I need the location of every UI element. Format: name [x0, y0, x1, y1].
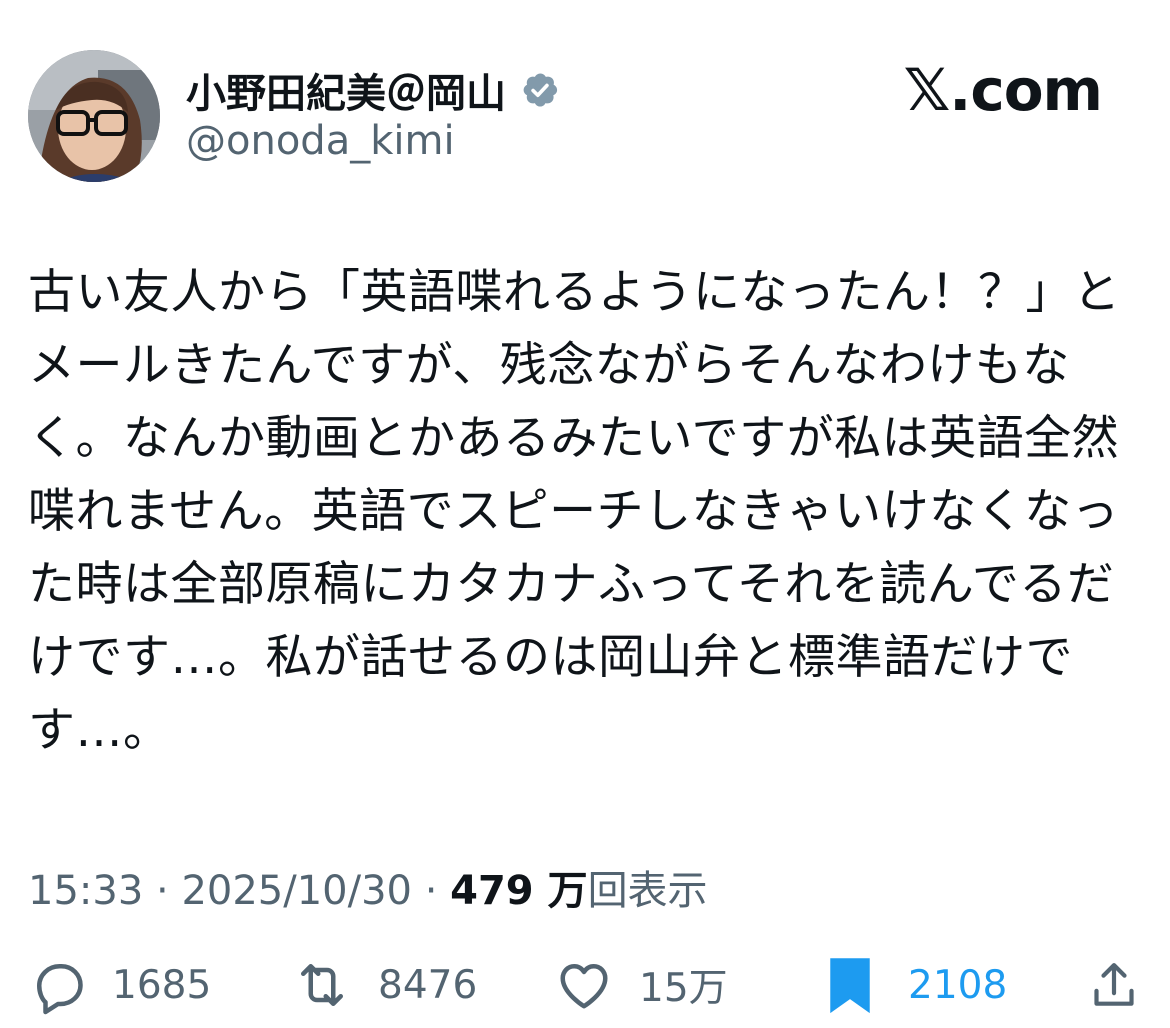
- author-display-name[interactable]: 小野田紀美＠岡山: [186, 61, 506, 119]
- author-handle[interactable]: @onoda_kimi: [186, 118, 455, 164]
- views-label: 回表示: [587, 868, 708, 914]
- bookmark-count: 2108: [908, 962, 1008, 1008]
- meta-separator: ·: [156, 868, 169, 914]
- bookmark-button[interactable]: 2108: [826, 948, 1007, 1022]
- like-count: 15万: [639, 966, 728, 1011]
- avatar-photo: [28, 50, 160, 182]
- retweet-icon: [301, 964, 343, 1006]
- tweet-line: メールきたんですが、残念ながらそんなわけもな: [28, 338, 1070, 393]
- views-count: 479 万: [450, 868, 588, 914]
- tweet-line: けです…。私が話せるのは岡山弁と標準語だけで: [28, 630, 1073, 685]
- tweet-text: 古い友人から「英語喋れるようになったん！？」と メールきたんですが、残念ながらそ…: [28, 256, 1144, 767]
- tweet-date[interactable]: 2025/10/30: [181, 868, 412, 914]
- reply-button[interactable]: 1685: [28, 948, 211, 1022]
- tweet-time[interactable]: 15:33: [28, 868, 143, 914]
- share-button[interactable]: [1086, 948, 1142, 1022]
- verified-badge-icon: [523, 73, 558, 107]
- like-button[interactable]: 15万: [553, 948, 728, 1022]
- retweet-button[interactable]: 8476: [290, 948, 477, 1022]
- retweet-count: 8476: [378, 962, 478, 1008]
- heart-icon: [560, 964, 608, 1009]
- action-bar: 1685 8476 15万 2108: [0, 948, 1170, 1028]
- avatar[interactable]: [28, 50, 160, 182]
- tweet-meta: 15:33 · 2025/10/30 · 479 万回表示: [28, 858, 708, 916]
- x-com-logo: 𝕏.com: [903, 56, 1103, 124]
- tweet-line: 喋れません。英語でスピーチしなきゃいけなくなっ: [28, 484, 1120, 539]
- meta-separator: ·: [424, 868, 438, 914]
- author-name-row[interactable]: 小野田紀美＠岡山: [186, 62, 560, 118]
- reply-count: 1685: [112, 962, 212, 1008]
- tweet-line: 古い友人から「英語喋れるようになったん！？」と: [28, 265, 1121, 320]
- tweet-line: く。なんか動画とかあるみたいですが私は英語全然: [28, 411, 1120, 466]
- reply-icon: [37, 964, 83, 1015]
- bookmark-icon: [830, 958, 870, 1014]
- tweet-line: す…。: [28, 703, 171, 758]
- share-icon: [1094, 963, 1134, 1006]
- tweet-line: た時は全部原稿にカタカナふってそれを読んでるだ: [28, 557, 1115, 612]
